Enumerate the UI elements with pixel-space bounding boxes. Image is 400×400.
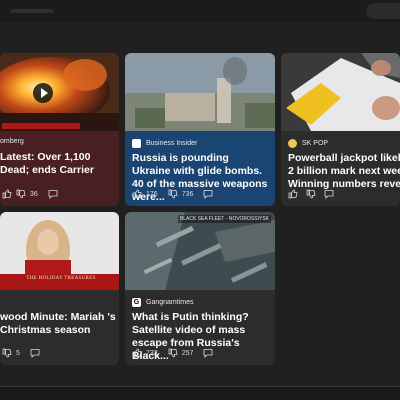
news-actions: 5 <box>2 348 40 358</box>
dislike-count: 5 <box>16 349 20 357</box>
gangnamtimes-logo: G <box>132 297 141 307</box>
business-insider-logo <box>132 138 141 148</box>
news-thumbnail <box>0 53 119 131</box>
news-actions: 176 736 <box>132 189 213 199</box>
news-actions: 36 <box>2 189 58 199</box>
news-headline[interactable]: Powerball jackpot likely t 2 billion mar… <box>288 152 400 191</box>
comment-icon[interactable] <box>203 189 213 199</box>
news-source: omberg <box>0 137 24 145</box>
news-thumbnail <box>125 53 275 131</box>
like-count: 176 <box>146 190 158 198</box>
news-thumbnail <box>281 53 400 131</box>
news-card-4[interactable]: THE HOLIDAY TREASURES wood Minute: Maria… <box>0 212 119 365</box>
comment-icon[interactable] <box>324 189 334 199</box>
news-card-1[interactable]: omberg Latest: Over 1,100 Dead; ends Car… <box>0 53 119 206</box>
thumbs-down-icon[interactable] <box>2 348 12 358</box>
thumbs-up-icon[interactable] <box>132 189 142 199</box>
news-source: G Gangnamtimes <box>132 297 194 307</box>
thumbs-up-icon[interactable] <box>2 189 12 199</box>
comment-icon[interactable] <box>203 348 213 358</box>
thumbs-up-icon[interactable] <box>288 189 298 199</box>
news-actions <box>288 189 334 199</box>
sk-pop-logo <box>288 138 297 148</box>
thumbs-down-icon[interactable] <box>168 189 178 199</box>
news-card-5[interactable]: BLACK SEA FLEET - NOVOROSSIYSK G Gangnam… <box>125 212 275 365</box>
thumbs-down-icon[interactable] <box>16 189 26 199</box>
news-source: Business Insider <box>132 137 268 149</box>
news-actions: 733 257 <box>132 348 213 358</box>
drag-handle[interactable] <box>10 9 54 13</box>
thumbnail-caption: BLACK SEA FLEET - NOVOROSSIYSK <box>177 215 271 223</box>
news-thumbnail: THE HOLIDAY TREASURES <box>0 212 119 290</box>
thumbs-up-icon[interactable] <box>132 348 142 358</box>
bottom-bar <box>0 386 400 400</box>
comment-icon[interactable] <box>48 189 58 199</box>
dislike-count: 736 <box>181 190 194 198</box>
news-card-2[interactable]: Business Insider Russia is pounding Ukra… <box>125 53 275 206</box>
top-right-pill[interactable] <box>366 3 400 19</box>
thumbs-down-icon[interactable] <box>306 189 316 199</box>
thumbs-down-icon[interactable] <box>168 348 178 358</box>
dislike-count: 257 <box>181 349 194 357</box>
news-headline[interactable]: wood Minute: Mariah 's Christmas season <box>0 311 117 337</box>
news-thumbnail: BLACK SEA FLEET - NOVOROSSIYSK <box>125 212 275 290</box>
news-card-3[interactable]: SK POP Powerball jackpot likely t 2 bill… <box>281 53 400 206</box>
dislike-count: 36 <box>30 190 38 198</box>
like-count: 733 <box>146 349 158 357</box>
news-headline[interactable]: Latest: Over 1,100 Dead; ends Carrier <box>0 151 117 177</box>
news-source: SK POP <box>288 137 393 149</box>
top-bar <box>0 0 400 22</box>
comment-icon[interactable] <box>30 348 40 358</box>
thumbnail-caption: THE HOLIDAY TREASURES <box>26 276 96 281</box>
play-icon[interactable] <box>33 83 53 103</box>
